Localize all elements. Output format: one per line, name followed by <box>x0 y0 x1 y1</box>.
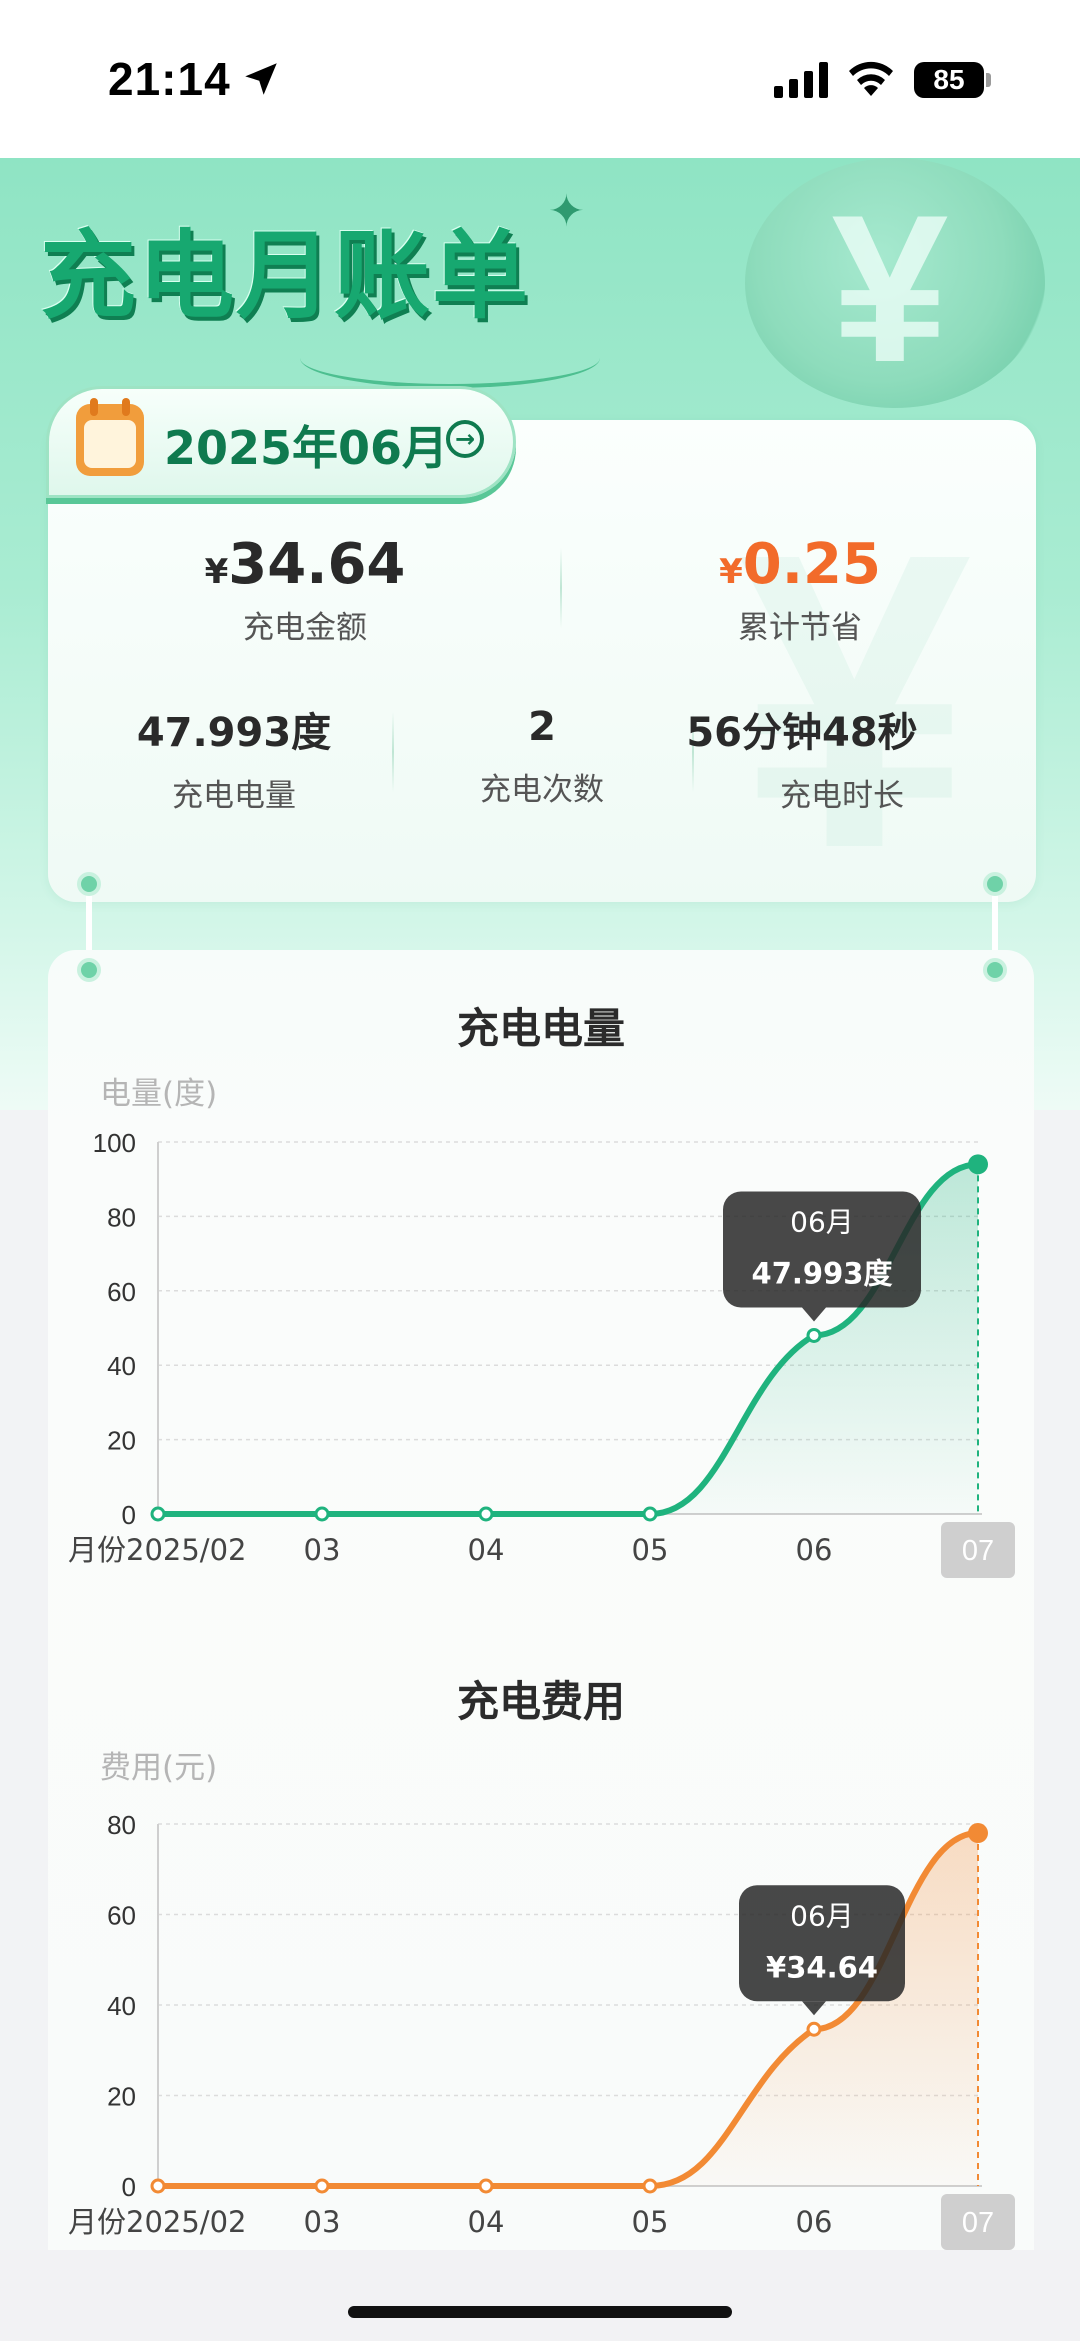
data-point-selected <box>968 1823 988 1844</box>
charge-energy-value: 47.993度 <box>136 710 332 756</box>
cost-chart[interactable]: 0 20 40 60 80 月份2025/02 03 04 05 06 07 06月 ¥34.64 <box>0 1784 1080 2250</box>
charge-duration-value: 56分钟48秒 <box>686 710 918 756</box>
location-arrow-icon <box>245 63 277 95</box>
cost-chart-ylabel: 费用(元) <box>100 1750 218 1786</box>
data-point <box>806 1327 822 1343</box>
y-tick-label: 80 <box>107 1202 136 1232</box>
data-point <box>314 2178 330 2194</box>
data-point-selected <box>968 1154 988 1175</box>
x-tick-label-selected: 07 <box>962 2207 994 2239</box>
tooltip-title: 06月 <box>790 1205 854 1238</box>
x-tick-label: 05 <box>632 2205 669 2239</box>
coin-yen-symbol: ¥ <box>831 171 949 406</box>
y-tick-label: 60 <box>107 1901 136 1931</box>
connector-dot <box>983 872 1007 896</box>
title-swoosh <box>300 328 600 388</box>
calendar-icon <box>76 398 144 476</box>
x-tick-label: 03 <box>304 1533 341 1567</box>
y-tick-label: 20 <box>107 1426 136 1456</box>
home-indicator[interactable] <box>348 2306 732 2318</box>
charge-amount-value: ¥34.64 <box>100 532 510 597</box>
y-tick-label: 40 <box>107 1991 136 2021</box>
status-time: 21:14 <box>108 53 231 105</box>
battery-icon: 85 <box>914 62 984 98</box>
x-tick-label: 月份2025/02 <box>68 2205 246 2239</box>
x-tick-label-selected: 07 <box>962 1535 994 1567</box>
background-yen-watermark: ¥ <box>738 467 972 902</box>
tooltip-value: ¥34.64 <box>766 1950 878 1984</box>
connector-dot <box>983 958 1007 982</box>
y-tick-label: 100 <box>93 1128 136 1158</box>
charge-count-label: 充电次数 <box>480 772 604 808</box>
charge-count-value: 2 <box>528 704 556 750</box>
sparkle-icon: ✦ <box>548 186 585 237</box>
saved-label: 累计节省 <box>738 610 862 646</box>
battery-level: 85 <box>933 64 965 95</box>
data-point <box>642 2178 658 2194</box>
tooltip-arrow <box>802 2001 826 2016</box>
y-tick-label: 20 <box>107 2082 136 2112</box>
y-tick-label: 0 <box>122 1500 136 1530</box>
connector-line <box>992 886 998 956</box>
x-tick-label: 04 <box>468 1533 505 1567</box>
charge-amount-label: 充电金额 <box>243 610 367 646</box>
x-tick-label: 04 <box>468 2205 505 2239</box>
saved-number: 0.25 <box>742 532 881 597</box>
page-title: 充电月账单 <box>40 220 530 332</box>
charge-amount-number: 34.64 <box>228 532 406 597</box>
tooltip-arrow <box>802 1307 826 1322</box>
wifi-icon <box>849 61 893 96</box>
y-tick-label: 40 <box>107 1351 136 1381</box>
connector-line <box>86 886 92 956</box>
saved-value: ¥0.25 <box>595 532 1005 597</box>
energy-chart-title: 充电电量 <box>456 1004 625 1053</box>
battery-tip <box>986 73 991 87</box>
y-tick-label: 60 <box>107 1277 136 1307</box>
status-bar: 21:14 85 <box>0 0 1080 158</box>
x-tick-label: 06 <box>796 2205 833 2239</box>
energy-chart-ylabel: 电量(度) <box>100 1076 218 1112</box>
data-point <box>150 2178 166 2194</box>
arrow-right-circle-icon[interactable]: → <box>446 420 484 458</box>
currency-symbol: ¥ <box>204 552 229 592</box>
y-tick-label: 0 <box>122 2172 136 2202</box>
cellular-signal-icon <box>774 62 828 98</box>
x-tick-label: 03 <box>304 2205 341 2239</box>
tooltip-value: 47.993度 <box>752 1256 893 1290</box>
currency-symbol: ¥ <box>719 552 743 592</box>
data-point <box>150 1506 166 1522</box>
tooltip-title: 06月 <box>790 1899 854 1932</box>
x-tick-label: 06 <box>796 1533 833 1567</box>
x-tick-label: 05 <box>632 1533 669 1567</box>
x-tick-label: 月份2025/02 <box>68 1533 246 1567</box>
bottom-bar <box>0 2250 1080 2341</box>
data-point <box>806 2021 822 2037</box>
month-label[interactable]: 2025年06月 <box>164 412 448 478</box>
connector-dot <box>77 958 101 982</box>
data-point <box>314 1506 330 1522</box>
charge-duration-label: 充电时长 <box>780 778 904 814</box>
data-point <box>642 1506 658 1522</box>
charge-energy-label: 充电电量 <box>172 778 296 814</box>
data-point <box>478 1506 494 1522</box>
data-point <box>478 2178 494 2194</box>
cost-chart-title: 充电费用 <box>456 1677 625 1726</box>
energy-chart[interactable]: 0 20 40 60 80 100 月份2025/02 03 04 05 06 07 06月 47.993… <box>0 1110 1080 1590</box>
divider <box>560 548 562 628</box>
y-tick-label: 80 <box>107 1810 136 1840</box>
connector-dot <box>77 872 101 896</box>
